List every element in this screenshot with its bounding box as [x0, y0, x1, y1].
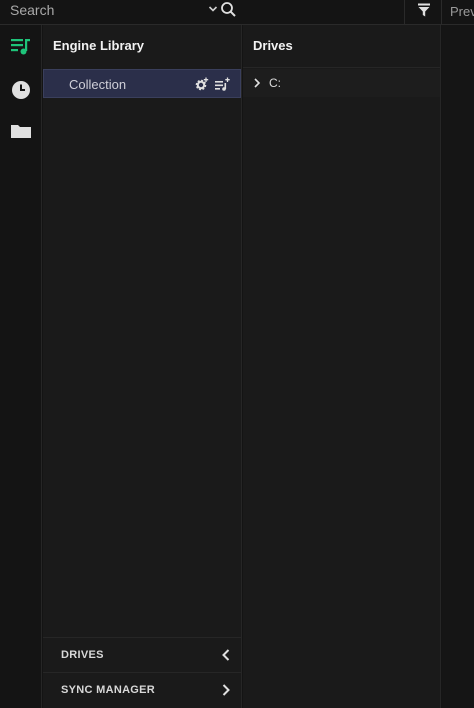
search-box	[0, 0, 242, 25]
drives-section-label: DRIVES	[61, 649, 104, 661]
playlist-icon	[11, 39, 30, 55]
drives-panel: Drives C:	[243, 25, 441, 708]
add-playlist-icon[interactable]	[215, 77, 230, 91]
sync-manager-section-label: SYNC MANAGER	[61, 684, 156, 696]
preview-panel	[442, 25, 474, 708]
sync-manager-section[interactable]: SYNC MANAGER	[43, 672, 241, 707]
preview-tab[interactable]: Previ	[441, 0, 474, 25]
settings-plus-icon[interactable]	[195, 77, 209, 91]
chevron-right-icon[interactable]	[253, 78, 261, 88]
filter-icon	[418, 3, 430, 17]
top-bar: Previ	[0, 0, 474, 25]
sidebar-item-history[interactable]	[0, 69, 42, 109]
drive-row-c[interactable]: C:	[243, 69, 440, 97]
drive-label: C:	[269, 76, 281, 90]
collection-row[interactable]: Collection	[43, 69, 241, 98]
library-title: Engine Library	[53, 38, 145, 53]
library-panel: Engine Library Collection DRIVES SYNC MA…	[43, 25, 242, 708]
folder-icon	[11, 125, 31, 138]
search-input[interactable]	[10, 1, 200, 19]
filter-button[interactable]	[404, 0, 440, 25]
drives-title: Drives	[253, 38, 293, 53]
collection-label: Collection	[69, 77, 127, 92]
clock-icon	[12, 81, 30, 99]
sidebar-item-files[interactable]	[0, 111, 42, 151]
chevron-down-icon[interactable]	[207, 3, 219, 15]
chevron-right-icon	[222, 684, 230, 696]
chevron-left-icon	[222, 649, 230, 661]
preview-label: Previ	[450, 4, 474, 19]
sidebar-item-playlists[interactable]	[0, 27, 42, 67]
search-icon[interactable]	[220, 1, 237, 18]
sidebar-rail	[0, 25, 42, 708]
drives-section[interactable]: DRIVES	[43, 637, 241, 672]
divider	[243, 67, 441, 68]
